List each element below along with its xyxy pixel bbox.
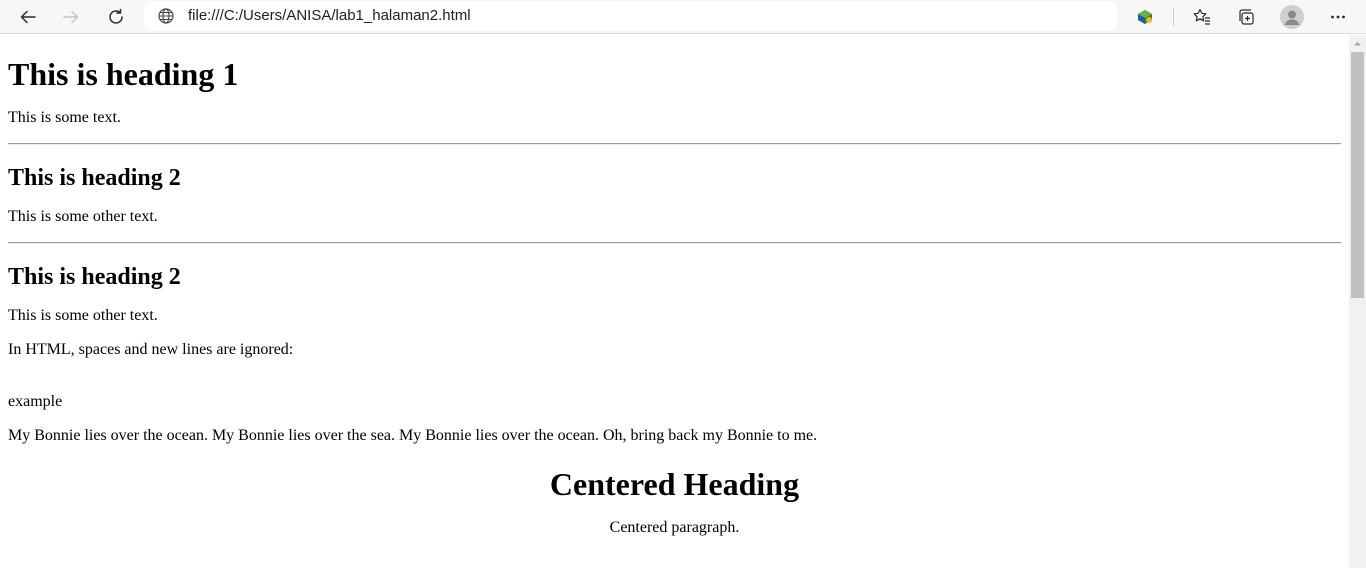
- extension-icon: [1138, 10, 1152, 24]
- paragraph-spaces-note: In HTML, spaces and new lines are ignore…: [8, 341, 294, 358]
- page-viewport: This is heading 1 This is some text. Thi…: [0, 35, 1349, 568]
- back-icon: [20, 10, 36, 24]
- refresh-button[interactable]: [102, 3, 130, 31]
- collections-icon: [1239, 9, 1254, 25]
- refresh-icon: [109, 8, 123, 24]
- profile-icon: [1280, 5, 1304, 29]
- horizontal-rule: [8, 242, 1341, 244]
- browser-toolbar: file:///C:/Users/ANISA/lab1_halaman2.htm…: [0, 0, 1366, 34]
- toolbar-separator: [1173, 8, 1174, 26]
- heading-2-first: This is heading 2: [8, 165, 181, 191]
- paragraph-bonnie: My Bonnie lies over the ocean. My Bonnie…: [8, 427, 818, 444]
- paragraph-other-text: This is some other text.: [8, 208, 158, 225]
- heading-1: This is heading 1: [8, 56, 239, 92]
- globe-icon: [158, 8, 174, 24]
- more-icon: [1331, 15, 1345, 19]
- scrollbar-thumb[interactable]: [1351, 52, 1364, 298]
- forward-button[interactable]: [57, 3, 85, 31]
- paragraph-some-text: This is some text.: [8, 109, 121, 126]
- favorites-button[interactable]: [1188, 3, 1216, 31]
- scroll-up-arrow[interactable]: [1349, 35, 1366, 52]
- heading-2-second: This is heading 2: [8, 264, 181, 290]
- centered-heading: Centered Heading: [549, 466, 800, 502]
- arrow-up-icon: [1354, 42, 1361, 46]
- address-bar[interactable]: file:///C:/Users/ANISA/lab1_halaman2.htm…: [144, 1, 1117, 31]
- address-url[interactable]: file:///C:/Users/ANISA/lab1_halaman2.htm…: [188, 7, 471, 25]
- paragraph-other-text: This is some other text.: [8, 307, 158, 324]
- horizontal-rule: [8, 143, 1341, 145]
- centered-paragraph: Centered paragraph.: [609, 519, 740, 536]
- preformatted-example: example: [8, 393, 63, 410]
- forward-icon: [63, 10, 79, 24]
- extension-button[interactable]: [1131, 3, 1159, 31]
- collections-button[interactable]: [1232, 3, 1260, 31]
- more-button[interactable]: [1324, 3, 1352, 31]
- page-content: This is heading 1 This is some text. Thi…: [0, 56, 1349, 537]
- back-button[interactable]: [14, 3, 42, 31]
- favorites-icon: [1193, 8, 1210, 25]
- profile-button[interactable]: [1278, 3, 1306, 31]
- vertical-scrollbar[interactable]: [1349, 35, 1366, 568]
